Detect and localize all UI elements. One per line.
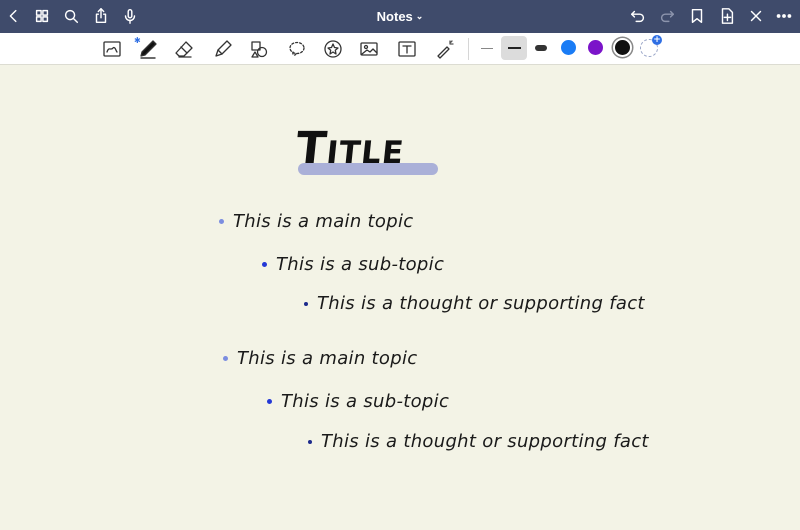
plus-icon: + — [652, 35, 662, 45]
bluetooth-icon: ✱ — [134, 36, 141, 45]
thumbnails-icon[interactable] — [30, 4, 54, 28]
top-bar: Notes ⌄ — [0, 0, 800, 33]
laser-pointer-icon[interactable] — [432, 36, 458, 62]
drawing-toolbar — [0, 33, 800, 65]
color-swatch-purple[interactable] — [588, 40, 603, 55]
outline-text: This is a main topic — [237, 348, 418, 369]
color-swatch-blue[interactable] — [561, 40, 576, 55]
back-icon[interactable] — [2, 4, 26, 28]
bullet-icon — [262, 262, 267, 267]
shapes-icon[interactable] — [246, 36, 272, 62]
outline-text: This is a thought or supporting fact — [321, 431, 649, 452]
undo-icon[interactable] — [626, 4, 650, 28]
thin-line-icon — [481, 47, 493, 49]
note-title: Title — [293, 123, 408, 174]
highlighter-icon[interactable] — [210, 36, 236, 62]
bullet-icon — [223, 356, 228, 361]
redo-icon[interactable] — [655, 4, 679, 28]
stroke-width-medium[interactable] — [501, 36, 527, 60]
outline-item-sub: This is a sub-topic — [262, 254, 444, 275]
eraser-icon[interactable] — [171, 36, 197, 62]
close-icon[interactable] — [744, 4, 768, 28]
image-icon[interactable] — [356, 36, 382, 62]
outline-item-sub: This is a sub-topic — [267, 391, 449, 412]
outline-text: This is a sub-topic — [281, 391, 450, 412]
outline-item-main: This is a main topic — [223, 348, 417, 369]
add-color-button[interactable]: + — [640, 35, 662, 57]
outline-text: This is a main topic — [233, 211, 414, 232]
note-canvas[interactable]: Title This is a main topic This is a sub… — [0, 65, 800, 530]
lasso-icon[interactable] — [284, 36, 310, 62]
add-page-icon[interactable] — [715, 4, 739, 28]
bullet-icon — [219, 219, 224, 224]
chevron-down-icon: ⌄ — [415, 11, 424, 21]
more-icon[interactable] — [772, 4, 796, 28]
bullet-icon — [267, 399, 272, 404]
color-swatch-black[interactable] — [615, 40, 630, 55]
outline-text: This is a thought or supporting fact — [317, 293, 645, 314]
medium-line-icon — [507, 47, 521, 49]
outline-item-detail: This is a thought or supporting fact — [304, 293, 645, 314]
thick-line-icon — [535, 45, 547, 51]
bullet-icon — [304, 301, 308, 306]
outline-item-main: This is a main topic — [219, 211, 413, 232]
lasso-image-icon[interactable] — [99, 36, 125, 62]
share-icon[interactable] — [89, 4, 113, 28]
stroke-width-thin[interactable] — [476, 36, 498, 60]
outline-text: This is a sub-topic — [276, 254, 445, 275]
toolbar-divider — [468, 38, 469, 60]
outline-item-detail: This is a thought or supporting fact — [308, 431, 649, 452]
text-box-icon[interactable] — [394, 36, 420, 62]
bookmark-icon[interactable] — [685, 4, 709, 28]
stroke-width-thick[interactable] — [530, 36, 552, 60]
document-title-button[interactable]: Notes ⌄ — [377, 9, 424, 24]
sticker-icon[interactable] — [320, 36, 346, 62]
bullet-icon — [308, 439, 312, 444]
document-title: Notes — [376, 9, 413, 24]
search-icon[interactable] — [59, 4, 83, 28]
microphone-icon[interactable] — [118, 4, 142, 28]
